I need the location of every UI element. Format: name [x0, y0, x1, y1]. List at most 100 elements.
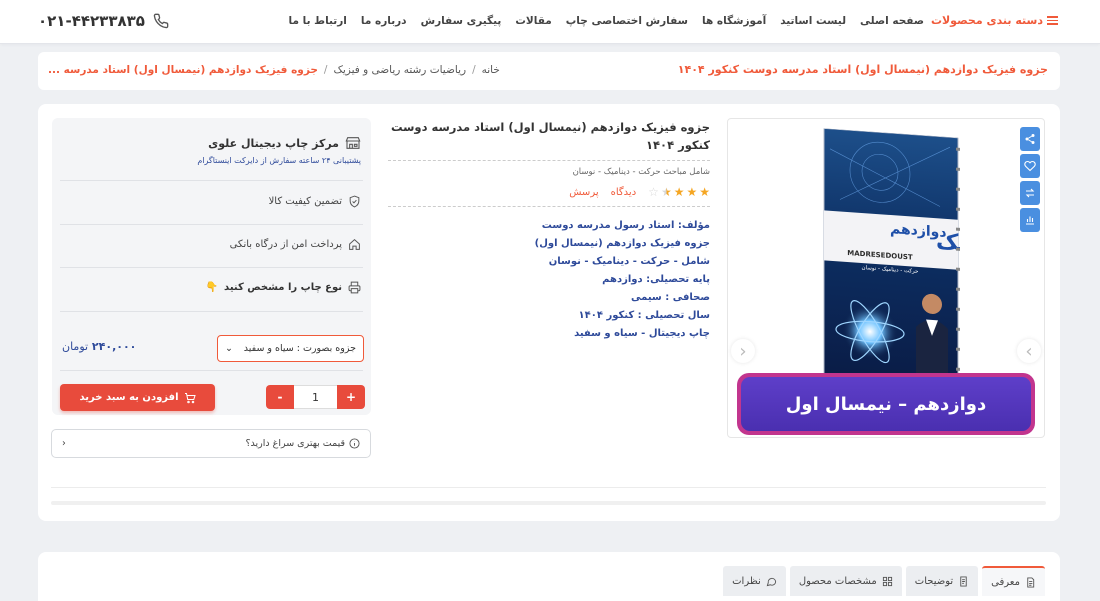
gallery-tools — [1020, 127, 1040, 232]
seller-name: مرکز چاپ دیجیتال علوی — [208, 136, 339, 150]
better-price-link[interactable]: قیمت بهتری سراغ دارید؟ ‹ — [51, 429, 371, 458]
chevron-left-icon: ‹ — [62, 438, 66, 449]
star-empty-icon: ☆ — [648, 185, 659, 199]
divider — [60, 180, 363, 181]
book-cover-illustration: فیزیک دوازدهم MADRESEDOUST حرکت - دینامی… — [823, 127, 1004, 387]
share-icon — [1025, 134, 1035, 144]
shield-check-icon — [349, 195, 360, 208]
divider — [51, 487, 1046, 488]
breadcrumb-separator: / — [472, 64, 476, 76]
product-title: جزوه فیزیک دوازدهم (نیمسال اول) استاد مد… — [390, 120, 710, 152]
reviews-link[interactable]: دیدگاه — [611, 187, 637, 198]
tab-comments[interactable]: نظرات — [723, 566, 786, 596]
categories-menu-button[interactable]: دسته بندی محصولات — [931, 14, 1058, 27]
nav-link-contact[interactable]: ارتباط با ما — [289, 15, 347, 27]
nav-link-institutes[interactable]: آموزشگاه ها — [702, 15, 766, 27]
price-value: ۲۴۰,۰۰۰ — [91, 340, 137, 353]
product-banner: دوازدهم – نیمسال اول — [737, 373, 1035, 435]
seller-name-row: مرکز چاپ دیجیتال علوی — [61, 136, 361, 150]
print-type-prompt: نوع چاپ را مشخص کنید 👇 — [206, 281, 361, 294]
tab-label: مشخصات محصول — [798, 575, 877, 587]
book-cover-image: فیزیک دوازدهم MADRESEDOUST حرکت - دینامی… — [820, 127, 1004, 387]
product-gallery[interactable]: ‹ › فیزیک دوازدهم MADRESEDOUST حرکت - دی… — [727, 118, 1045, 438]
phone-icon — [153, 13, 169, 29]
categories-label: دسته بندی محصولات — [930, 14, 1043, 27]
feature-item: شامل - حرکت - دینامیک - نوسان — [548, 256, 710, 267]
divider — [60, 370, 363, 371]
feature-item: جزوه فیزیک دوازدهم (نیمسال اول) — [534, 238, 710, 249]
quantity-decrease-button[interactable]: - — [266, 385, 294, 409]
star-icon: ★ — [673, 185, 685, 199]
chat-icon — [766, 577, 776, 586]
nav-link-about[interactable]: درباره ما — [361, 15, 407, 27]
feature-item: مؤلف: استاد رسول مدرسه دوست — [541, 220, 710, 231]
better-price-label-group: قیمت بهتری سراغ دارید؟ — [246, 438, 361, 449]
star-half-icon: ★ — [660, 185, 672, 199]
grid-icon — [882, 576, 892, 586]
stats-button[interactable] — [1020, 208, 1040, 232]
tab-label: معرفی — [991, 576, 1020, 588]
share-button[interactable] — [1020, 127, 1040, 151]
tab-specifications[interactable]: مشخصات محصول — [789, 566, 902, 596]
compare-arrows-icon — [1025, 188, 1035, 198]
price: ۲۴۰,۰۰۰ تومان — [62, 340, 136, 353]
divider — [60, 267, 363, 268]
phone-number-text: ۰۲۱-۴۴۲۳۳۸۳۵ — [38, 12, 145, 30]
wishlist-button[interactable] — [1020, 154, 1040, 178]
home-icon — [349, 238, 360, 250]
purchase-box: مرکز چاپ دیجیتال علوی پشتیبانی ۲۴ ساعته … — [52, 118, 371, 415]
breadcrumb-home[interactable]: خانه — [482, 64, 500, 76]
tab-label: نظرات — [732, 575, 761, 587]
chevron-down-icon: ⌄ — [225, 343, 233, 354]
top-navigation-bar: دسته بندی محصولات صفحه اصلی لیست اساتید … — [0, 0, 1100, 44]
heart-icon — [1024, 160, 1036, 172]
divider — [60, 311, 363, 312]
nav-link-custom-print[interactable]: سفارش اختصاصی چاپ — [566, 15, 688, 27]
phone-number[interactable]: ۰۲۱-۴۴۲۳۳۸۳۵ — [38, 12, 169, 30]
tab-introduction[interactable]: معرفی — [982, 566, 1045, 596]
breadcrumb-bar: جزوه فیزیک دوازدهم (نیمسال اول) استاد مد… — [38, 52, 1060, 90]
star-icon: ★ — [686, 185, 698, 199]
seller-support-text: پشتیبانی ۲۴ ساعته سفارش از دایرکت اینستا… — [197, 156, 361, 165]
product-tabs-card: معرفی توضیحات مشخصات محصول نظرات — [38, 552, 1060, 601]
questions-link[interactable]: پرسش — [569, 187, 598, 198]
product-info: جزوه فیزیک دوازدهم (نیمسال اول) استاد مد… — [388, 118, 710, 343]
star-rating: ★ ★ ★ ★ ☆ — [648, 185, 710, 199]
cart-icon — [184, 392, 196, 403]
payment-text: پرداخت امن از درگاه بانکی — [229, 239, 342, 250]
feature-item: پایه تحصیلی: دوازدهم — [602, 274, 710, 285]
print-type-selected-value: جزوه بصورت : سیاه و سفید — [243, 343, 356, 354]
main-nav: صفحه اصلی لیست اساتید آموزشگاه ها سفارش … — [289, 15, 924, 27]
add-to-cart-button[interactable]: افزودن به سبد خرید — [60, 384, 215, 411]
gallery-prev-arrow[interactable]: ‹ — [731, 339, 755, 363]
print-type-select[interactable]: جزوه بصورت : سیاه و سفید ⌄ — [217, 335, 364, 362]
nav-link-articles[interactable]: مقالات — [515, 15, 551, 27]
gallery-next-arrow[interactable]: › — [1017, 339, 1041, 363]
page-heading: جزوه فیزیک دوازدهم (نیمسال اول) استاد مد… — [677, 63, 1048, 76]
quantity-stepper: + 1 - — [266, 385, 365, 409]
hamburger-icon — [1047, 14, 1058, 27]
seller-info: مرکز چاپ دیجیتال علوی پشتیبانی ۲۴ ساعته … — [61, 136, 361, 166]
breadcrumb-current: جزوه فیزیک دوازدهم (نیمسال اول) استاد مد… — [48, 64, 318, 76]
nav-link-home[interactable]: صفحه اصلی — [860, 15, 924, 27]
guarantee-text: تضمین کیفیت کالا — [268, 196, 342, 207]
tab-description[interactable]: توضیحات — [905, 566, 979, 596]
breadcrumb-category[interactable]: ریاضیات رشته ریاضی و فیزیک — [333, 64, 466, 76]
star-icon: ★ — [699, 185, 710, 199]
quantity-increase-button[interactable]: + — [337, 385, 365, 409]
feature-item: سال تحصیلی : کنکور ۱۴۰۴ — [578, 310, 710, 321]
add-to-cart-label: افزودن به سبد خرید — [79, 392, 179, 403]
nav-link-teachers[interactable]: لیست اساتید — [780, 15, 846, 27]
product-card: ‹ › فیزیک دوازدهم MADRESEDOUST حرکت - دی… — [38, 104, 1060, 521]
price-currency: تومان — [62, 340, 89, 353]
breadcrumb-separator: / — [323, 64, 328, 76]
product-tabs: معرفی توضیحات مشخصات محصول نظرات — [723, 566, 1045, 596]
divider — [60, 224, 363, 225]
info-icon — [349, 438, 360, 449]
compare-button[interactable] — [1020, 181, 1040, 205]
tab-label: توضیحات — [914, 575, 954, 587]
bar-chart-icon — [1026, 216, 1034, 225]
quantity-value[interactable]: 1 — [294, 385, 337, 409]
print-type-label: نوع چاپ را مشخص کنید — [224, 282, 342, 293]
nav-link-order-tracking[interactable]: پیگیری سفارش — [421, 15, 502, 27]
